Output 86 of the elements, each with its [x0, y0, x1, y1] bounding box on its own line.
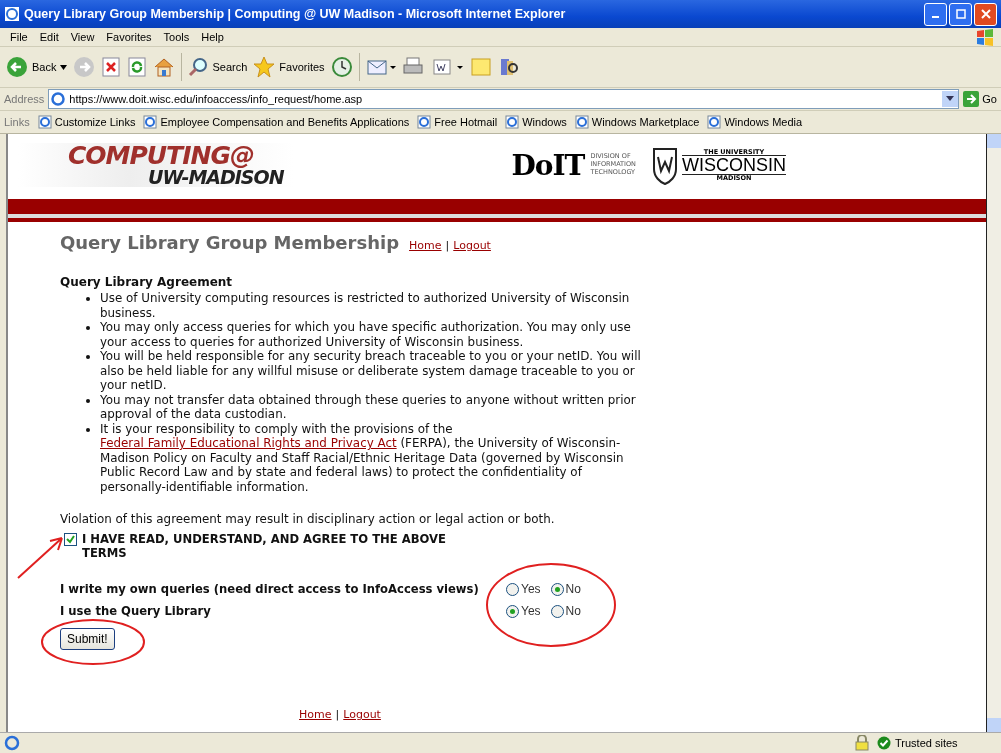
go-arrow-icon — [963, 91, 980, 107]
agreement-item: It is your responsibility to comply with the provisions of the Federal Family Educational Rights and Privacy Act (FERPA), the University of Wisconsin-Madison Policy on Faculty and Staff Racial/Ethnic Heritage Data (governed by Wisconsin Public Record Law and by state and federal laws) to protect the confidentiality of personally-identifiable information. — [100, 421, 625, 494]
refresh-icon[interactable] — [127, 57, 148, 77]
separator: | — [335, 708, 340, 721]
address-field[interactable]: https://www.doit.wisc.edu/infoaccess/info_request/home.asp — [48, 89, 960, 109]
page-icon — [505, 115, 520, 129]
address-label: Address — [4, 93, 45, 105]
links-bar-item[interactable]: Free Hotmail — [417, 115, 498, 129]
home-icon[interactable] — [153, 56, 176, 78]
ferpa-link[interactable]: Federal Family Educational Rights and Privacy Act — [100, 436, 397, 450]
page-icon — [417, 115, 432, 129]
favorites-button[interactable]: Favorites — [253, 56, 325, 78]
caret-icon — [60, 64, 68, 70]
dropdown-button[interactable] — [942, 91, 959, 107]
links-bar-item[interactable]: Employee Compensation and Benefits Applications — [143, 115, 410, 129]
menu-item[interactable]: Favorites — [100, 31, 158, 43]
bullet-icon — [86, 398, 90, 403]
lock-icon — [855, 735, 869, 751]
back-button[interactable]: Back — [6, 56, 68, 78]
crest-icon — [652, 145, 678, 185]
menu-item[interactable]: Edit — [33, 31, 65, 43]
star-icon — [253, 56, 276, 78]
agreement-heading: Query Library Agreement — [60, 275, 234, 289]
agreement-item: Use of University computing resources is restricted to authorized University of Wisconsin business. — [100, 291, 631, 320]
page-icon — [707, 115, 722, 129]
bullet-icon — [86, 297, 90, 301]
close-button[interactable] — [974, 2, 997, 26]
scrollbar[interactable] — [986, 134, 1001, 732]
radio-option[interactable]: Yes — [506, 582, 541, 596]
menu-item[interactable]: Tools — [157, 31, 196, 43]
radio-button[interactable] — [550, 604, 564, 618]
nav-link[interactable]: Home — [409, 239, 442, 252]
annotation-arrow — [16, 534, 66, 580]
window-title: Query Library Group Membership | Computing @ UW Madison - Microsoft Internet Explorer — [24, 7, 567, 21]
agreement-item: You may not transfer data obtained through these queries to anyone without written prior approval of the data custodian. — [100, 392, 637, 422]
warning-text: Violation of this agreement may result in disciplinary action or legal action or both. — [60, 512, 556, 526]
minimize-button[interactable] — [924, 2, 947, 26]
question-label: I write my own queries (need direct access to InfoAccess views) — [60, 582, 480, 596]
separator: | — [445, 239, 450, 252]
question-label: I use the Query Library — [60, 604, 212, 618]
radio-button[interactable] — [506, 582, 519, 596]
links-bar-item[interactable]: Windows Media — [707, 115, 803, 129]
agreement-item: You may only access queries for which you have specific authorization. You may only use your access to queries for authorized University of Wisconsin business. — [100, 320, 632, 349]
page-icon — [574, 115, 589, 129]
page-icon — [143, 115, 158, 129]
bullet-icon — [86, 355, 90, 359]
browser-icon — [4, 6, 20, 22]
security-zone: Trusted sites — [877, 736, 997, 750]
bullet-icon — [86, 326, 90, 330]
agree-checkbox[interactable] — [64, 533, 77, 546]
page-icon — [51, 92, 66, 106]
windows-logo-icon — [975, 28, 995, 46]
minimize-icon — [932, 16, 939, 18]
radio-option[interactable]: No — [550, 604, 581, 618]
links-bar-item[interactable]: Customize Links — [37, 115, 136, 129]
links-label: Links — [4, 116, 30, 128]
menu-item[interactable]: View — [64, 31, 101, 43]
check-icon — [877, 736, 891, 750]
go-button[interactable]: Go — [963, 91, 997, 107]
stop-icon[interactable] — [101, 57, 122, 77]
submit-button[interactable]: Submit! — [60, 628, 115, 650]
footer-link[interactable]: Home — [299, 708, 332, 721]
page-icon — [37, 115, 52, 129]
maximize-icon — [955, 9, 966, 19]
radio-option[interactable]: Yes — [506, 604, 541, 618]
search-button[interactable]: Search — [188, 57, 248, 77]
page-title: Query Library Group Membership — [60, 232, 400, 253]
links-bar-item[interactable]: Windows — [505, 115, 567, 129]
caret-icon — [946, 96, 955, 102]
maximize-button[interactable] — [949, 2, 972, 26]
menu-item[interactable]: Help — [195, 31, 230, 43]
bullet-icon — [86, 427, 90, 432]
page-icon — [4, 735, 20, 751]
links-bar-item[interactable]: Windows Marketplace — [574, 115, 700, 129]
radio-button[interactable] — [506, 604, 519, 618]
footer-link[interactable]: Logout — [343, 708, 381, 721]
menu-item[interactable]: File — [4, 31, 34, 43]
radio-option[interactable]: No — [550, 582, 581, 596]
search-icon — [188, 57, 209, 77]
history-icon[interactable] — [330, 56, 353, 78]
nav-link[interactable]: Logout — [453, 239, 491, 252]
mail-icon[interactable] — [365, 57, 396, 77]
radio-button[interactable] — [550, 582, 564, 596]
close-icon — [980, 9, 991, 19]
agree-label: I HAVE READ, UNDERSTAND, AND AGREE TO THE ABOVE TERMS — [82, 532, 447, 560]
agreement-item: You will be held responsible for any security breach traceable to you or your netID. You will also be held liable for any willful misuse or deliberate system damage traceable to you or your netID. — [100, 349, 642, 393]
